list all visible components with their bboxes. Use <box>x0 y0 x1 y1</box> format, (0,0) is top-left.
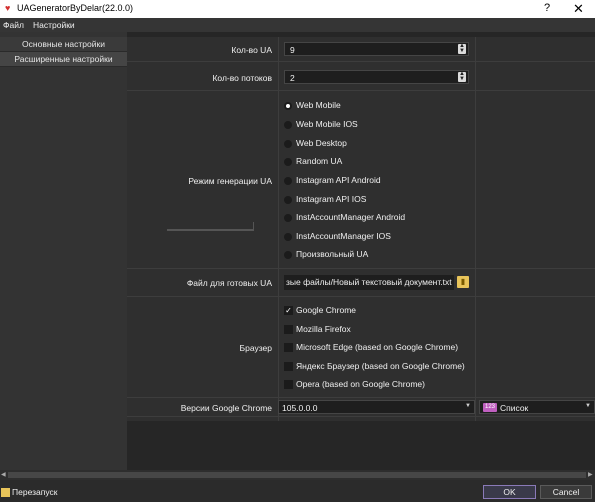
grid-divider <box>127 397 595 398</box>
grid-divider <box>127 61 595 62</box>
chrome-versions-label: Версии Google Chrome <box>180 403 272 413</box>
sidebar-item-basic-settings[interactable]: Основные настройки <box>0 37 127 52</box>
checkbox-microsoft-edge[interactable]: Microsoft Edge (based on Google Chrome) <box>284 342 474 354</box>
spin-arrows-icon[interactable]: ▲ ▼ <box>458 43 466 54</box>
chevron-down-icon: ▼ <box>465 403 471 409</box>
close-button[interactable]: ✕ <box>573 1 584 17</box>
radio-instaccountmanager-ios[interactable]: InstAccountManager IOS <box>284 231 464 243</box>
horizontal-scrollbar[interactable]: ◀ ▶ <box>0 470 595 480</box>
radio-dot-icon <box>284 121 292 129</box>
radio-web-mobile-ios[interactable]: Web Mobile IOS <box>284 119 464 131</box>
threads-label: Кол-во потоков <box>212 73 272 83</box>
grid-divider <box>127 296 595 297</box>
threads-value: 2 <box>290 73 295 83</box>
checkbox-yandex-browser[interactable]: Яндекс Браузер (based on Google Chrome) <box>284 361 474 373</box>
scroll-left-icon[interactable]: ◀ <box>1 471 6 478</box>
radio-dot-icon <box>284 158 292 166</box>
mode-label: Режим генерации UA <box>188 176 272 186</box>
scroll-right-icon[interactable]: ▶ <box>588 471 593 478</box>
restart-icon <box>1 488 10 497</box>
sidebar: Основные настройки Расширенные настройки <box>0 32 127 470</box>
checkbox-opera[interactable]: Opera (based on Google Chrome) <box>284 379 474 391</box>
chrome-version-select[interactable]: 105.0.0.0 ▼ <box>278 400 475 414</box>
radio-dot-icon <box>284 196 292 204</box>
menu-bar: Файл Настройки <box>0 18 595 32</box>
radio-dot-icon <box>284 140 292 148</box>
grid-divider <box>127 416 595 417</box>
radio-custom-ua[interactable]: Произвольный UA <box>284 249 464 261</box>
radio-dot-icon <box>284 233 292 241</box>
window-title: UAGeneratorByDelar(22.0.0) <box>17 3 134 13</box>
scrollbar-thumb[interactable] <box>8 472 586 478</box>
checkbox-icon <box>284 362 293 371</box>
radio-instagram-api-ios[interactable]: Instagram API IOS <box>284 194 464 206</box>
grid-divider <box>475 37 476 421</box>
checkbox-icon <box>284 380 293 389</box>
restart-label: Перезапуск <box>12 487 58 497</box>
radio-web-mobile[interactable]: Web Mobile <box>284 100 464 112</box>
output-file-input[interactable]: зые файлы/Новый текстовый документ.txt <box>284 275 454 290</box>
radio-web-desktop[interactable]: Web Desktop <box>284 138 464 150</box>
restart-button[interactable]: Перезапуск <box>1 486 57 499</box>
checkbox-icon <box>284 343 293 352</box>
browser-label: Браузер <box>239 343 272 353</box>
spin-arrows-icon[interactable]: ▲ ▼ <box>458 71 466 82</box>
bottom-bar: Перезапуск OK Cancel <box>0 480 595 502</box>
list-icon: 123 <box>483 403 497 412</box>
chrome-version-value: 105.0.0.0 <box>282 403 318 413</box>
cancel-button[interactable]: Cancel <box>540 485 592 499</box>
ok-button[interactable]: OK <box>483 485 536 499</box>
radio-instagram-api-android[interactable]: Instagram API Android <box>284 175 464 187</box>
help-button[interactable]: ? <box>544 2 550 14</box>
checkbox-icon <box>284 325 293 334</box>
app-logo-icon: ♥ <box>5 3 11 13</box>
output-file-label: Файл для готовых UA <box>186 278 272 288</box>
checkbox-google-chrome[interactable]: ✓ Google Chrome <box>284 305 474 317</box>
list-select-value: Список <box>500 403 529 413</box>
menu-file[interactable]: Файл <box>3 20 24 30</box>
radio-dot-icon <box>284 251 292 259</box>
chevron-down-icon: ▼ <box>585 403 591 409</box>
resize-handle[interactable] <box>167 222 254 231</box>
ua-count-value: 9 <box>290 45 295 55</box>
ua-count-label: Кол-во UA <box>231 45 272 55</box>
title-bar: ♥ UAGeneratorByDelar(22.0.0) ? ✕ <box>0 0 595 18</box>
menu-settings[interactable]: Настройки <box>33 20 75 30</box>
list-select[interactable]: 123 Список ▼ <box>479 400 595 414</box>
radio-instaccountmanager-android[interactable]: InstAccountManager Android <box>284 212 464 224</box>
grid-divider <box>278 37 279 421</box>
grid-divider <box>127 268 595 269</box>
checkbox-mozilla-firefox[interactable]: Mozilla Firefox <box>284 324 474 336</box>
ua-count-spinbox[interactable]: 9 ▲ ▼ <box>284 42 469 56</box>
grid-divider <box>127 90 595 91</box>
radio-dot-icon <box>284 177 292 185</box>
radio-dot-icon <box>284 102 292 110</box>
checkmark-icon: ✓ <box>284 306 293 315</box>
folder-browse-icon[interactable]: ▮ <box>457 276 469 288</box>
threads-spinbox[interactable]: 2 ▲ ▼ <box>284 70 469 84</box>
sidebar-item-advanced-settings[interactable]: Расширенные настройки <box>0 52 127 67</box>
radio-dot-icon <box>284 214 292 222</box>
radio-random-ua[interactable]: Random UA <box>284 156 464 168</box>
